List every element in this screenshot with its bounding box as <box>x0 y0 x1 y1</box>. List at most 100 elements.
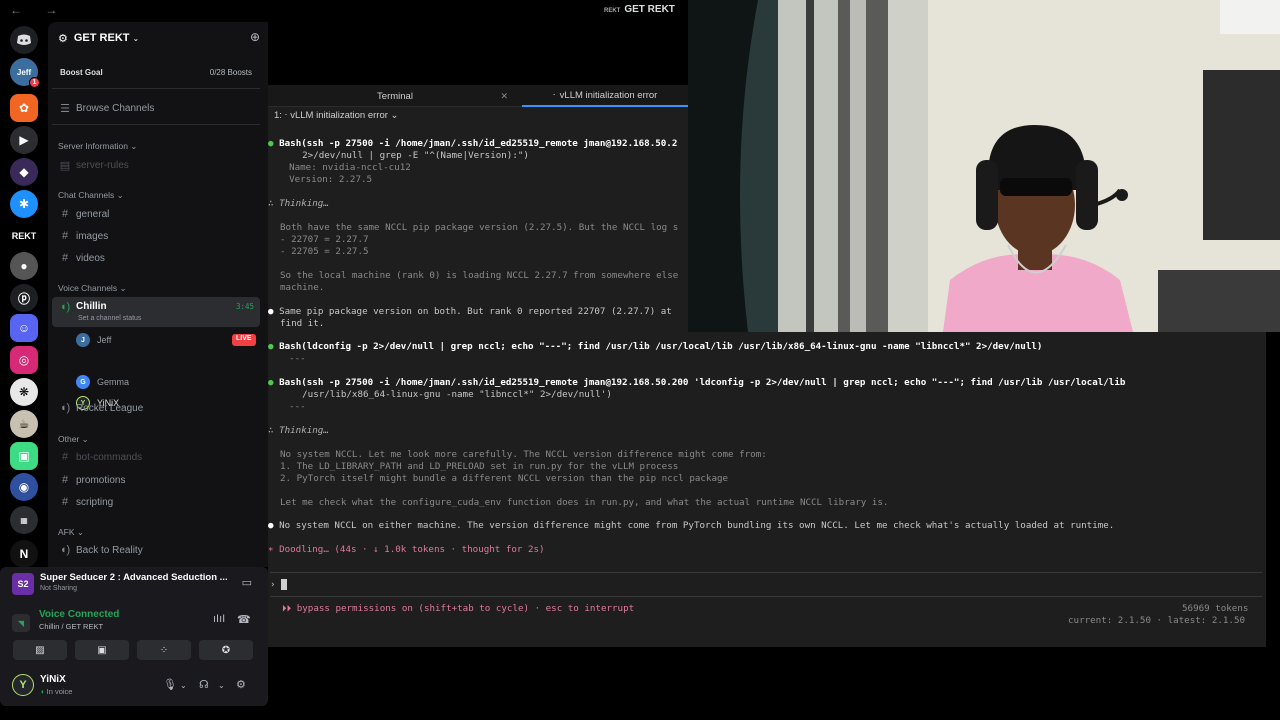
voice-channel-back-to-reality[interactable]: ◖) Back to Reality <box>52 540 260 560</box>
message-text: No system NCCL on either machine. The ve… <box>279 520 1115 531</box>
jeff-avatar-label: Jeff <box>16 67 32 77</box>
channel-label: images <box>76 230 109 242</box>
channel-bot-commands[interactable]: # bot-commands <box>52 447 260 467</box>
category-label: AFK <box>58 527 75 537</box>
user-status: ◖ In voice <box>40 687 72 696</box>
channel-videos[interactable]: # videos <box>52 248 260 268</box>
share-screen-icon[interactable]: ▭ <box>242 576 252 589</box>
hash-icon: # <box>61 230 69 242</box>
hash-icon: # <box>61 252 69 264</box>
channel-status[interactable]: Set a channel status <box>78 315 141 322</box>
patreon-server-icon[interactable]: ⓟ <box>10 284 38 312</box>
prompt-divider <box>270 596 1262 597</box>
chevron-down-icon[interactable]: ⌄ <box>180 681 187 690</box>
activities-button[interactable]: ⁘ <box>137 640 191 660</box>
channel-scripting[interactable]: # scripting <box>52 492 260 512</box>
avatar[interactable]: Y <box>12 674 34 696</box>
disconnect-icon[interactable]: ☎ <box>237 613 251 626</box>
category-label: Server Information <box>58 141 128 151</box>
headphones-icon[interactable]: ☊ <box>199 678 209 691</box>
voice-user-jeff[interactable]: J Jeff LIVE <box>76 331 284 349</box>
openai-server-icon[interactable]: ❋ <box>10 378 38 406</box>
robot-server-icon[interactable]: ☺ <box>10 314 38 342</box>
voice-location[interactable]: Chillin / GET REKT <box>39 622 103 631</box>
activity-panel: S2 Super Seducer 2 : Advanced Seduction … <box>0 567 268 603</box>
bash-command: Bash(ldconfig -p 2>/dev/null | grep nccl… <box>279 341 1043 352</box>
noise-suppression-icon[interactable]: ıIıI <box>213 613 225 625</box>
jeff-avatar[interactable]: Jeff 1 <box>10 58 40 88</box>
thinking-line: - 22705 = 2.27.5 <box>280 246 369 257</box>
instagram-server-icon[interactable]: ◎ <box>10 346 38 374</box>
rekt-server-icon[interactable]: REKT <box>10 222 38 250</box>
tab-terminal[interactable]: Terminal ✕ <box>268 85 522 107</box>
message-text: Same pip package version on both. But ra… <box>279 306 672 317</box>
settings-gear-icon[interactable]: ⚙ <box>236 678 246 691</box>
chevron-down-icon[interactable]: ⌄ <box>218 681 225 690</box>
invite-icon[interactable]: ⊕ <box>250 30 260 44</box>
discord-icon[interactable] <box>10 26 38 54</box>
category-other[interactable]: Other ⌄ <box>58 434 89 445</box>
boost-goal[interactable]: Boost Goal 0/28 Boosts <box>52 62 260 82</box>
channel-general[interactable]: # general <box>52 204 260 224</box>
camera-off-button[interactable]: ▨ <box>13 640 67 660</box>
thinking-label: ∴ Thinking… <box>268 425 329 436</box>
divider <box>52 88 260 89</box>
category-server-info[interactable]: Server Information ⌄ <box>58 141 137 152</box>
soundboard-icon: ✪ <box>221 644 231 656</box>
status-text: Doodling… (44s · ↓ 1.0k tokens · thought… <box>279 544 545 555</box>
thinking-text: Thinking… <box>279 198 329 209</box>
output-line: --- <box>278 353 306 364</box>
browse-channels[interactable]: ☰ Browse Channels <box>52 98 260 118</box>
cursor: _ <box>281 579 287 590</box>
hash-icon: # <box>61 208 69 220</box>
thinking-line: Both have the same NCCL pip package vers… <box>280 222 679 233</box>
cup-server-icon[interactable]: ☕ <box>10 410 38 438</box>
purple-server-icon[interactable]: ◆ <box>10 158 38 186</box>
voice-user-gemma[interactable]: G Gemma <box>76 373 129 391</box>
category-afk[interactable]: AFK ⌄ <box>58 527 84 538</box>
thinking-label: ∴ Thinking… <box>268 198 329 209</box>
close-icon[interactable]: ✕ <box>500 91 508 102</box>
nav-arrows[interactable]: ← → <box>10 3 67 17</box>
screen-share-button[interactable]: ▣ <box>75 640 129 660</box>
play-server-icon[interactable]: ▶ <box>10 126 38 154</box>
channel-images[interactable]: # images <box>52 226 260 246</box>
channel-server-rules[interactable]: ▤ server-rules <box>52 155 260 175</box>
guild-header[interactable]: ⚙ GET REKT ⌄ ⊕ <box>48 22 268 54</box>
voice-duration: 3:45 <box>235 302 254 311</box>
android-server-icon[interactable]: ▣ <box>10 442 38 470</box>
microphone-icon[interactable]: 🎙︎ <box>163 678 177 691</box>
live-badge: LIVE <box>232 334 256 346</box>
orange-server-icon[interactable]: ✿ <box>10 94 38 122</box>
avatar: G <box>76 375 90 389</box>
tab-vllm[interactable]: ⋅ vLLM initialization error <box>522 85 688 107</box>
hash-icon: # <box>61 451 69 463</box>
dark-avatar-server-icon[interactable]: ● <box>10 252 38 280</box>
blue-star-server-icon[interactable]: ✱ <box>10 190 38 218</box>
window-title: REKT GET REKT <box>604 4 675 15</box>
session-selector[interactable]: 1: ⋅ vLLM initialization error ⌄ <box>274 110 399 121</box>
voice-user-name: Jeff <box>97 335 112 345</box>
logo-server-icon[interactable]: N <box>10 540 38 568</box>
voice-channel-rocket-league[interactable]: ◖) Rocket League <box>52 398 260 418</box>
folder-server-icon[interactable]: ▦ <box>10 506 38 534</box>
activity-sub: Not Sharing <box>40 585 77 592</box>
tool-call-line: ● Bash(ssh -p 27500 -i /home/jman/.ssh/i… <box>268 138 678 149</box>
tool-call-line: ● Bash(ldconfig -p 2>/dev/null | grep nc… <box>268 341 1043 352</box>
voice-channel-chillin[interactable]: ◖) Chillin Set a channel status 3:45 <box>52 297 260 327</box>
category-voice[interactable]: Voice Channels ⌄ <box>58 283 127 294</box>
category-chat[interactable]: Chat Channels ⌄ <box>58 190 124 201</box>
prompt-input[interactable]: › _ <box>270 579 287 591</box>
message-line: ● No system NCCL on either machine. The … <box>268 520 1115 531</box>
speaker-icon: ◖) <box>59 402 71 414</box>
boost-label: Boost Goal <box>60 67 103 77</box>
camera-off-icon: ▨ <box>35 644 45 656</box>
output-line: Name: nvidia-nccl-cu12 <box>278 162 411 173</box>
globe-server-icon[interactable]: ◉ <box>10 473 38 501</box>
hash-icon: # <box>61 496 69 508</box>
user-status-text: In voice <box>46 687 73 696</box>
channel-promotions[interactable]: # promotions <box>52 470 260 490</box>
status-line: ∗ Doodling… (44s · ↓ 1.0k tokens · thoug… <box>268 544 545 555</box>
message-line: ● Same pip package version on both. But … <box>268 306 672 317</box>
soundboard-button[interactable]: ✪ <box>199 640 253 660</box>
